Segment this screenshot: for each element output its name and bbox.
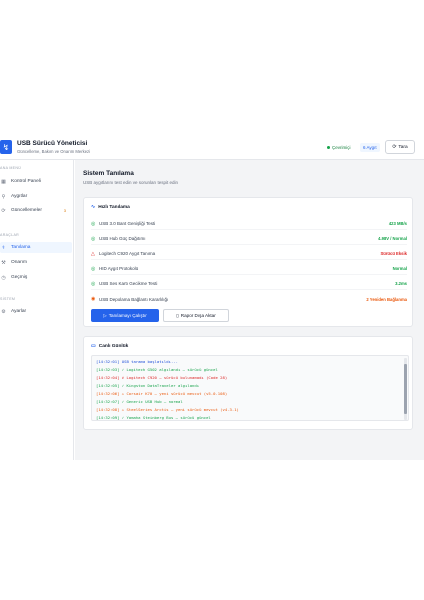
diag-label: Logitech C920 Aygıt Tanıma [99, 251, 156, 256]
pulse-icon: ∿ [91, 204, 96, 210]
log-scrollbar-thumb[interactable] [404, 364, 407, 414]
terminal-icon: ▭ [91, 343, 96, 349]
diag-row: ◉ USB Depolama Bağlantı Kararlılığı 2 Ye… [91, 293, 407, 305]
sidebar-item-dashboard[interactable]: ▦ Kontrol Paneli [0, 176, 72, 187]
updates-count-badge: 3 [63, 208, 66, 213]
log-line: [14:32:07] ✓ Generic USB Hub — normal [96, 399, 183, 404]
diag-row: ◎ USB Hub Güç Dağıtımı 4.98V / Normal [91, 233, 407, 245]
gear-icon: ⚙ [1, 308, 6, 315]
sidebar-item-label: Geçmiş [11, 275, 28, 280]
play-icon: ▷ [103, 312, 107, 318]
sidebar-item-label: Tanılama [11, 245, 31, 250]
sidebar-item-settings[interactable]: ⚙ Ayarlar [0, 306, 72, 317]
sidebar-item-diagnostics[interactable]: ⚕ Tanılama [0, 242, 72, 253]
log-line: [14:32:01] USB tarama başlatıldı... [96, 359, 178, 364]
wrench-icon: ⚒ [1, 259, 6, 266]
export-report-label: Rapor Dışa Aktar [180, 313, 216, 318]
scan-button[interactable]: ⟳ Tara [385, 140, 415, 154]
stethoscope-icon: ⚕ [2, 244, 5, 251]
diag-row: ◎ USB 3.0 Bant Genişliği Testi 423 MB/s [91, 218, 407, 230]
alert-circle-icon: ◉ [91, 296, 96, 302]
status-dot-icon [327, 146, 330, 149]
sidebar-item-devices[interactable]: ⚲ Aygıtlar [0, 191, 72, 202]
main-content: Sistem Tanılama USB aygıtlarını test edi… [75, 160, 424, 460]
log-line: [14:32:08] ⚠ SteelSeries Arctis — yeni s… [96, 407, 239, 412]
clock-icon: ◷ [1, 274, 6, 281]
diag-value: 4.98V / Normal [378, 236, 407, 241]
app-window: ↯ USB Sürücü Yöneticisi Güncelleme, Bakı… [0, 136, 424, 460]
sidebar-item-label: Aygıtlar [11, 194, 28, 199]
grid-icon: ▦ [1, 178, 6, 185]
log-line: [14:32:09] ✓ Yamaha Steinberg Bus — sürü… [96, 415, 211, 420]
log-line: [14:32:03] ✓ Logitech G502 algılandı — s… [96, 367, 218, 372]
sidebar-item-repair[interactable]: ⚒ Onarım [0, 257, 72, 268]
app-subtitle: Güncelleme, Bakım ve Onarım Merkezi [17, 149, 91, 154]
diag-row: ◎ USB Ses Kartı Gecikme Testi 3.2ms [91, 278, 407, 290]
diag-value: Normal [392, 266, 407, 271]
sidebar-item-label: Ayarlar [11, 309, 27, 314]
usb-logo-icon: ↯ [0, 140, 12, 154]
sidebar-item-updates[interactable]: ⟳ Güncellemeler 3 [0, 205, 72, 216]
run-diagnostics-button[interactable]: ▷ Tanılamayı Çalıştır [91, 309, 159, 322]
quick-diagnostics-card: ∿ Hızlı Tanılama ◎ USB 3.0 Bant Genişliğ… [83, 197, 413, 327]
refresh-icon: ⟳ [392, 144, 397, 150]
section-label-system: SİSTEM [0, 297, 16, 301]
header: ↯ USB Sürücü Yöneticisi Güncelleme, Bakı… [0, 136, 424, 160]
log-line: [14:32:04] ✗ Logitech C920 — sürücü bulu… [96, 375, 228, 380]
device-count-badge: 6 Aygıt [360, 143, 380, 152]
live-log-card: ▭ Canlı Günlük [14:32:01] USB tarama baş… [83, 336, 413, 430]
refresh-icon: ⟳ [1, 207, 6, 214]
app-title: USB Sürücü Yöneticisi [17, 140, 88, 147]
run-diagnostics-label: Tanılamayı Çalıştır [108, 313, 147, 318]
diag-value: Sürücü Eksik [380, 251, 407, 256]
diag-label: USB Hub Güç Dağıtımı [99, 236, 146, 241]
diag-label: USB 3.0 Bant Genişliği Testi [99, 221, 156, 226]
export-report-button[interactable]: ▯ Rapor Dışa Aktar [163, 309, 229, 322]
diag-label: USB Depolama Bağlantı Kararlılığı [99, 296, 169, 302]
diag-label: HID Aygıt Protokolü [99, 266, 139, 271]
document-icon: ▯ [176, 312, 179, 318]
diag-value: 423 MB/s [388, 221, 407, 226]
check-circle-icon: ◎ [91, 235, 96, 242]
page-title: Sistem Tanılama [83, 170, 134, 177]
live-log-title: ▭ Canlı Günlük [91, 343, 128, 349]
scan-button-label: Tara [398, 144, 408, 150]
check-circle-icon: ◎ [91, 265, 96, 272]
sidebar-item-label: Güncellemeler [11, 208, 42, 213]
check-circle-icon: ◎ [91, 220, 96, 227]
sidebar-item-label: Onarım [11, 260, 27, 265]
diag-value: 2 Yeniden Bağlanma [366, 296, 407, 302]
diag-value: 3.2ms [395, 281, 407, 286]
sidebar-item-label: Kontrol Paneli [11, 179, 41, 184]
sidebar: ANA MENÜ ▦ Kontrol Paneli ⚲ Aygıtlar ⟳ G… [0, 160, 74, 460]
page-subtitle: USB aygıtlarını test edin ve sorunları t… [83, 180, 179, 185]
online-status-badge: Çevrimiçi [324, 143, 354, 152]
sidebar-item-history[interactable]: ◷ Geçmiş [0, 272, 72, 283]
diag-row: ◎ HID Aygıt Protokolü Normal [91, 263, 407, 275]
quick-diagnostics-title: ∿ Hızlı Tanılama [91, 204, 130, 210]
section-label-tools: ARAÇLAR [0, 233, 20, 237]
check-circle-icon: ◎ [91, 280, 96, 287]
diag-row: △ Logitech C920 Aygıt Tanıma Sürücü Eksi… [91, 248, 407, 260]
warning-triangle-icon: △ [91, 250, 95, 257]
log-line: [14:32:05] ✓ Kingston DataTraveler algıl… [96, 383, 200, 388]
log-output[interactable]: [14:32:01] USB tarama başlatıldı... [14:… [91, 355, 409, 421]
status-text: Çevrimiçi [332, 145, 351, 150]
usb-icon: ⚲ [1, 193, 6, 200]
diag-label: USB Ses Kartı Gecikme Testi [99, 281, 158, 286]
card-title-text: Canlı Günlük [98, 343, 129, 349]
log-line: [14:32:06] ⚠ Corsair K70 — yeni sürücü m… [96, 391, 228, 396]
card-title-text: Hızlı Tanılama [98, 204, 130, 210]
section-label-main: ANA MENÜ [0, 166, 22, 170]
